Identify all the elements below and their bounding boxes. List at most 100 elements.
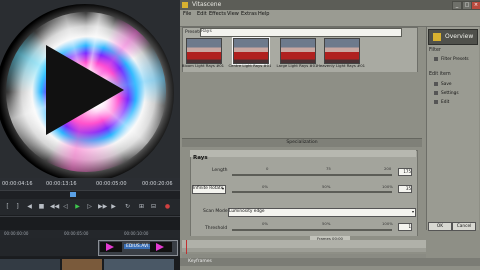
- rotate-mode-value: Infinite Rotate: [193, 186, 224, 191]
- clip-thumbnail: [150, 242, 172, 252]
- tick-label: 0%: [262, 221, 269, 226]
- preview-area: [182, 72, 422, 138]
- overview-label: Overview: [445, 33, 474, 40]
- media-strip-item[interactable]: [62, 259, 102, 270]
- preset-label: Bloom Light Rays #01: [181, 63, 225, 68]
- prev-edit-icon[interactable]: ◀: [26, 203, 33, 210]
- status-text: Keyframes: [188, 259, 212, 264]
- toolbar: [180, 18, 480, 27]
- close-icon[interactable]: ×: [471, 1, 480, 10]
- timecode-duration: 00:00:05:00: [96, 181, 127, 187]
- settings-button[interactable]: Settings: [432, 90, 474, 97]
- threshold-value[interactable]: 1: [398, 223, 412, 231]
- presets-label: Presets: [185, 30, 202, 35]
- scrub-knob[interactable]: [70, 192, 76, 197]
- minimize-icon[interactable]: _: [452, 1, 462, 10]
- settings-icon: [434, 91, 438, 95]
- tick-label: 50%: [322, 221, 331, 226]
- media-strip-item[interactable]: [104, 259, 174, 270]
- menu-edit[interactable]: Edit: [197, 11, 207, 17]
- preset-label: Heavenly Light Rays #01: [317, 63, 366, 68]
- rotate-value[interactable]: 35: [398, 185, 412, 193]
- timecode-bar: 00:00:04:16 00:00:13:16 00:00:05:00 00:0…: [0, 178, 180, 190]
- preset-label: Large Light Rays #01: [276, 63, 318, 68]
- scrub-bar[interactable]: [0, 190, 180, 199]
- edit-label: Edit: [441, 100, 450, 105]
- menu-effects[interactable]: Effects: [209, 11, 226, 17]
- vitascene-timeline-track[interactable]: [182, 248, 426, 252]
- rotate-slider[interactable]: [232, 191, 392, 193]
- preset-thumbnail[interactable]: [186, 38, 222, 64]
- tick-label: 0%: [262, 184, 269, 189]
- length-label: Length: [212, 168, 228, 173]
- menu-view[interactable]: View: [227, 11, 239, 17]
- preset-thumbnail-selected[interactable]: [232, 37, 270, 65]
- tick-label: 50%: [322, 184, 331, 189]
- rotate-mode-dropdown[interactable]: Infinite Rotate ▾: [192, 185, 226, 194]
- settings-label: Settings: [441, 91, 459, 96]
- overwrite-icon[interactable]: ⊟: [150, 203, 157, 210]
- menu-file[interactable]: File: [183, 11, 191, 17]
- preset-filter-value: Rays: [201, 29, 212, 34]
- overview-button[interactable]: Overview: [428, 29, 478, 45]
- menu-help[interactable]: Help: [258, 11, 269, 17]
- play-icon[interactable]: ▶: [74, 203, 81, 210]
- preset-thumbnail[interactable]: [324, 38, 360, 64]
- tick-label: 100%: [382, 221, 393, 226]
- media-strip-item[interactable]: [0, 259, 60, 270]
- stop-icon[interactable]: ■: [38, 203, 45, 210]
- preset-filter-field[interactable]: Rays: [200, 28, 402, 37]
- length-value[interactable]: 175: [398, 168, 412, 176]
- length-slider[interactable]: [232, 174, 392, 176]
- vitascene-timeline[interactable]: [182, 240, 426, 248]
- save-label: Save: [441, 82, 452, 87]
- window-title: Vitascene: [192, 1, 222, 8]
- save-icon: [434, 82, 438, 86]
- timecode-current: 00:00:20:06: [142, 181, 173, 187]
- step-back-icon[interactable]: ◁: [62, 203, 69, 210]
- overview-icon: [433, 33, 441, 41]
- timeline-ruler[interactable]: 00:00:00:00 00:00:05:00 00:00:10:00: [0, 230, 180, 238]
- threshold-slider[interactable]: [232, 229, 392, 231]
- scan-mode-dropdown[interactable]: Luminosity edge ▾: [228, 208, 416, 217]
- ruler-label: 00:00:05:00: [64, 231, 89, 236]
- chevron-down-icon: ▾: [411, 209, 414, 214]
- tick-label: 200: [384, 166, 392, 171]
- edit-button[interactable]: Edit: [432, 99, 474, 106]
- timeline-toolbar: [0, 216, 180, 231]
- set-out-icon[interactable]: ]: [14, 203, 21, 210]
- save-button[interactable]: Save: [432, 81, 474, 88]
- chevron-down-icon: ▾: [221, 186, 224, 191]
- playhead-marker[interactable]: [186, 240, 187, 254]
- fast-forward-icon[interactable]: ▶▶: [98, 203, 107, 210]
- ruler-label: 00:00:10:00: [124, 231, 149, 236]
- tick-label: 75: [326, 166, 331, 171]
- ok-button[interactable]: OK: [428, 222, 452, 231]
- transport-controls: [ ] ◀ ■ ◀◀ ◁ ▶ ▷ ▶▶ ▶ ↻ ⊞ ⊟ ●: [0, 199, 180, 215]
- step-forward-icon[interactable]: ▷: [86, 203, 93, 210]
- preview-monitor: [0, 0, 180, 178]
- insert-icon[interactable]: ⊞: [138, 203, 145, 210]
- filter-heading: Filter: [429, 48, 441, 53]
- cancel-button[interactable]: Cancel: [452, 222, 476, 231]
- edit-item-heading: Edit item: [429, 72, 451, 77]
- menu-extras[interactable]: Extras: [241, 11, 257, 17]
- edit-icon: [434, 100, 438, 104]
- title-bar: Vitascene _ □ ×: [180, 0, 480, 10]
- clip-thumbnail: [100, 242, 122, 252]
- preset-thumbnail[interactable]: [280, 38, 316, 64]
- timecode-in: 00:00:04:16: [2, 181, 33, 187]
- timecode-out: 00:00:13:16: [46, 181, 77, 187]
- rewind-icon[interactable]: ◀◀: [50, 203, 59, 210]
- filter-presets-label: Filter Presets: [441, 57, 469, 62]
- section-header: Specialization: [182, 138, 422, 147]
- next-edit-icon[interactable]: ▶: [110, 203, 117, 210]
- scan-mode-label: Scan Mode: [203, 209, 228, 214]
- scan-mode-value: Luminosity edge: [229, 209, 265, 214]
- parameters-header: [190, 150, 416, 157]
- record-icon[interactable]: ●: [164, 203, 171, 210]
- filter-icon: [434, 57, 438, 61]
- filter-presets-button[interactable]: Filter Presets: [432, 56, 474, 63]
- loop-icon[interactable]: ↻: [124, 203, 131, 210]
- set-in-icon[interactable]: [: [4, 203, 11, 210]
